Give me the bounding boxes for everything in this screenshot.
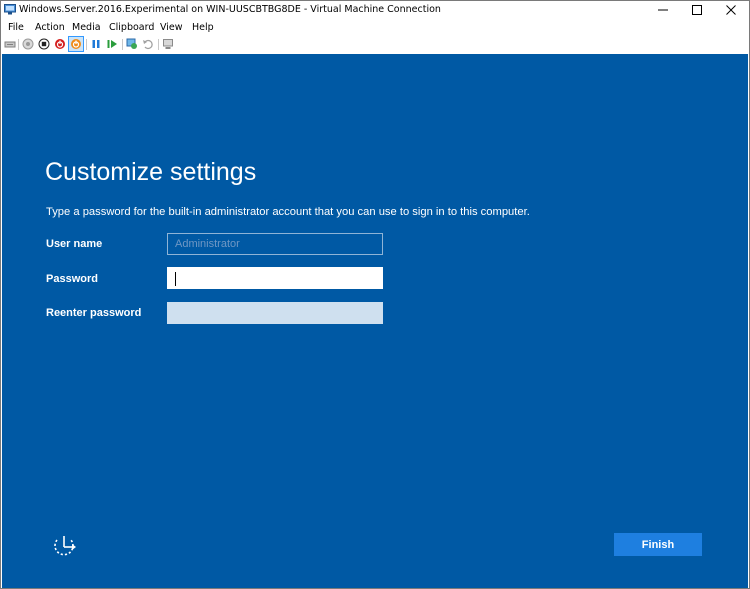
checkpoint-button[interactable]	[125, 37, 139, 51]
menu-media[interactable]: Media	[71, 21, 102, 35]
turn-off-button[interactable]	[37, 37, 51, 51]
save-state-button[interactable]	[68, 36, 84, 52]
finish-button[interactable]: Finish	[614, 533, 702, 556]
revert-icon	[143, 39, 153, 50]
reenter-password-field[interactable]	[167, 302, 383, 324]
ease-of-access-icon[interactable]	[51, 534, 77, 558]
resume-button[interactable]	[105, 37, 119, 51]
shutdown-icon	[55, 39, 65, 49]
minimize-icon	[658, 9, 668, 11]
maximize-button[interactable]	[680, 1, 714, 19]
enhanced-session-button[interactable]	[161, 37, 175, 51]
menu-clipboard[interactable]: Clipboard	[108, 21, 155, 35]
maximize-icon	[692, 5, 702, 15]
turn-off-icon	[38, 38, 50, 50]
pause-icon	[92, 40, 100, 48]
text-caret	[175, 272, 176, 286]
vm-connection-window: Windows.Server.2016.Experimental on WIN-…	[0, 0, 750, 589]
toolbar-separator	[122, 39, 123, 50]
resume-icon	[107, 40, 117, 48]
window-title: Windows.Server.2016.Experimental on WIN-…	[19, 4, 441, 15]
vm-screen[interactable]: Customize settings Type a password for t…	[2, 54, 748, 588]
password-label: Password	[46, 273, 98, 285]
checkpoint-icon	[126, 38, 137, 49]
close-icon	[726, 5, 736, 15]
reenter-password-label: Reenter password	[46, 307, 142, 319]
shutdown-button[interactable]	[53, 37, 67, 51]
toolbar	[1, 36, 749, 53]
password-field[interactable]	[167, 267, 383, 289]
user-name-label: User name	[46, 238, 103, 250]
vm-connection-app-icon	[4, 4, 16, 15]
user-name-field: Administrator	[167, 233, 383, 255]
minimize-button[interactable]	[646, 1, 680, 19]
toolbar-separator	[18, 39, 19, 50]
title-bar[interactable]: Windows.Server.2016.Experimental on WIN-…	[1, 1, 749, 19]
start-icon	[22, 38, 34, 50]
menu-help[interactable]: Help	[191, 21, 215, 35]
password-instructions: Type a password for the built-in adminis…	[46, 206, 530, 218]
ctrl-alt-del-icon	[4, 41, 16, 48]
menu-view[interactable]: View	[159, 21, 184, 35]
pause-button[interactable]	[89, 37, 103, 51]
revert-button[interactable]	[141, 37, 155, 51]
menu-file[interactable]: File	[7, 21, 25, 35]
page-title: Customize settings	[45, 158, 257, 186]
enhanced-session-icon	[163, 39, 173, 49]
menu-bar: File Action Media Clipboard View Help	[1, 20, 749, 36]
start-button[interactable]	[21, 37, 35, 51]
save-state-icon	[71, 39, 81, 49]
toolbar-separator	[86, 39, 87, 50]
close-button[interactable]	[714, 1, 748, 19]
menu-action[interactable]: Action	[34, 21, 66, 35]
ctrl-alt-del-button[interactable]	[3, 37, 17, 51]
toolbar-separator	[158, 39, 159, 50]
